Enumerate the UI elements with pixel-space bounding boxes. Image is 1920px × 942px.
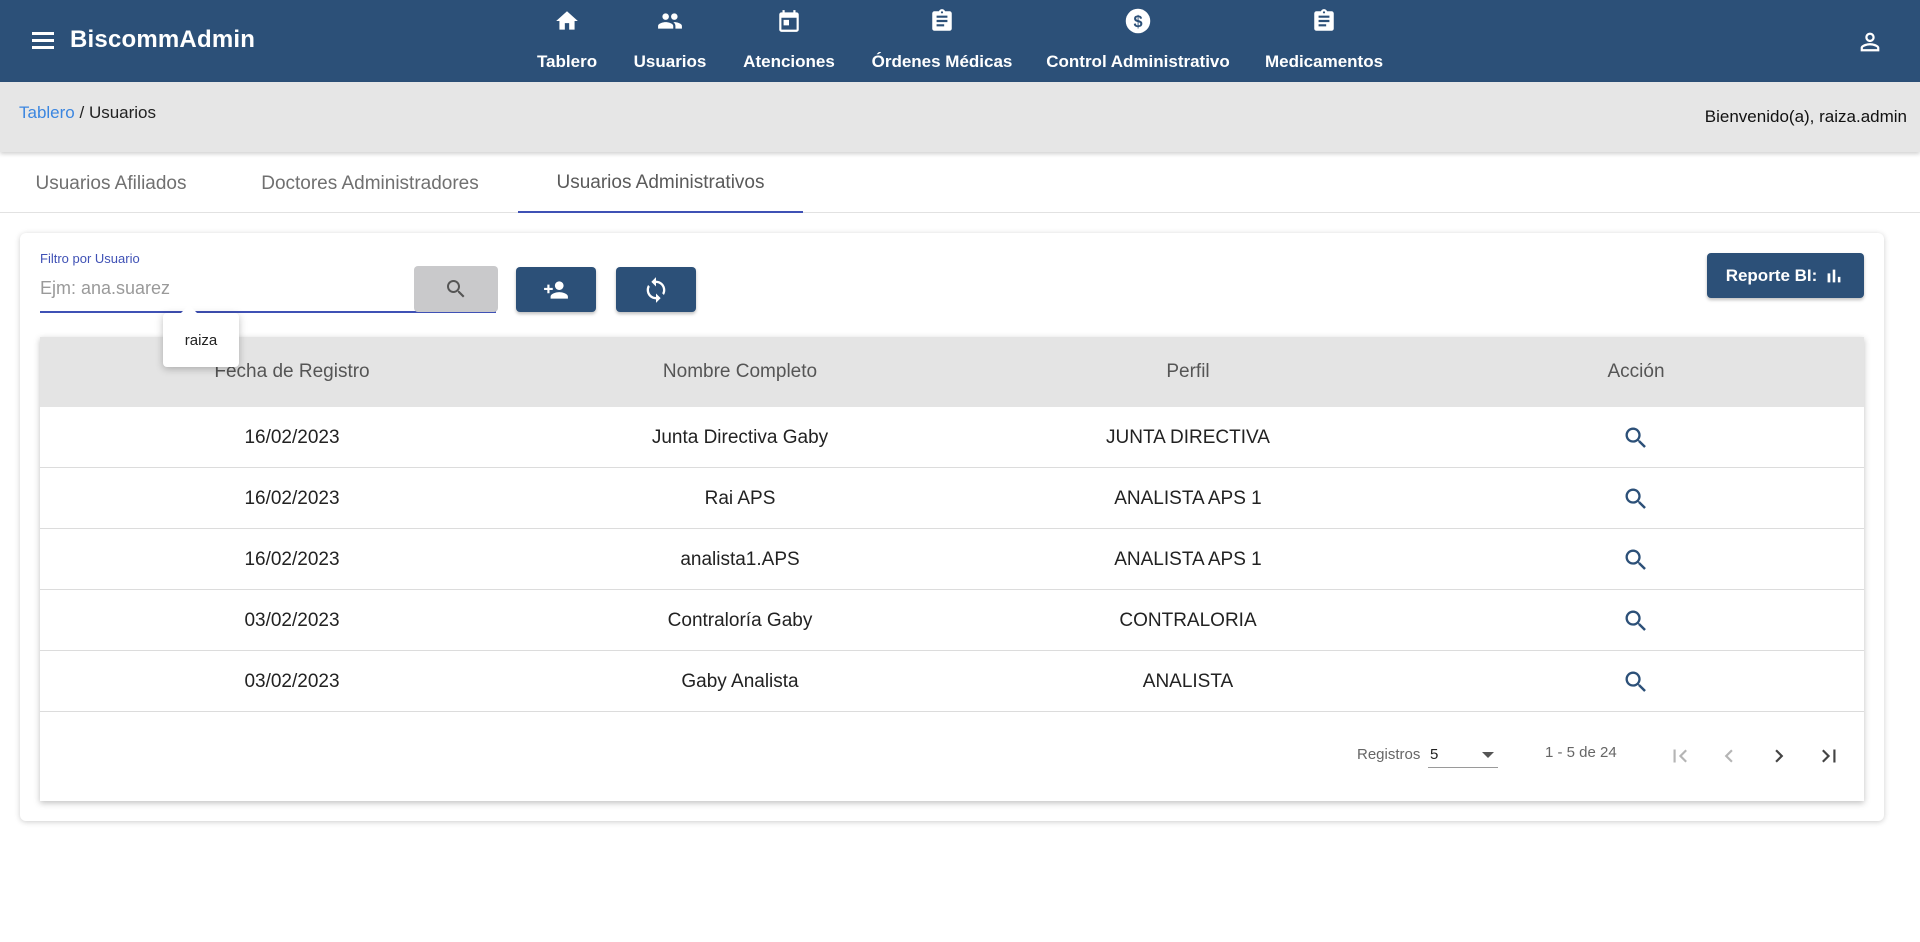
search-button[interactable] (414, 266, 498, 312)
dropdown-arrow-icon (1482, 752, 1494, 758)
filter-suggestion-popup[interactable]: raiza (163, 305, 239, 367)
nav-item-ordenes-medicas[interactable]: Órdenes Médicas (869, 0, 1015, 82)
svg-text:$: $ (1133, 13, 1142, 31)
nav-label: Medicamentos (1264, 52, 1384, 71)
view-details-search-icon[interactable] (1622, 424, 1650, 452)
cell-nombre: Junta Directiva Gaby (651, 426, 829, 448)
nav-item-control-administrativo[interactable]: $ Control Administrativo (1046, 0, 1230, 82)
calendar-icon (774, 6, 804, 36)
report-bi-label: Reporte BI: (1725, 265, 1818, 285)
cell-nombre: analista1.APS (680, 548, 800, 570)
view-details-search-icon[interactable] (1622, 607, 1650, 635)
account-icon[interactable] (1856, 28, 1884, 56)
breadcrumb-bar: Tablero / Usuarios Bienvenido(a), raiza.… (0, 82, 1920, 152)
cell-fecha: 16/02/2023 (244, 426, 340, 448)
tab-usuarios-administrativos[interactable]: Usuarios Administrativos (518, 154, 803, 213)
breadcrumb-link-tablero[interactable]: Tablero (19, 103, 75, 122)
page-size-select[interactable]: 5 (1428, 744, 1498, 768)
chevron-left-icon (1716, 743, 1742, 769)
cell-fecha: 03/02/2023 (244, 670, 340, 692)
nav-item-usuarios[interactable]: Usuarios (630, 0, 710, 82)
search-icon (444, 277, 468, 301)
table-row: 03/02/2023 Gaby Analista ANALISTA (40, 651, 1864, 712)
cell-perfil: ANALISTA APS 1 (1114, 487, 1262, 509)
cell-perfil: ANALISTA APS 1 (1114, 548, 1262, 570)
cell-perfil: JUNTA DIRECTIVA (1106, 426, 1270, 448)
paginator: Registros 5 1 - 5 de 24 (40, 708, 1864, 801)
page-size-value: 5 (1430, 746, 1439, 763)
last-page-icon (1816, 743, 1842, 769)
app-brand[interactable]: BiscommAdmin (70, 26, 255, 54)
clipboard-icon (927, 6, 957, 36)
cell-nombre: Gaby Analista (681, 670, 799, 692)
cell-perfil: CONTRALORIA (1119, 609, 1257, 631)
people-icon (655, 6, 685, 36)
cell-fecha: 16/02/2023 (244, 487, 340, 509)
last-page-button[interactable] (1815, 742, 1843, 770)
table-header: Fecha de Registro Nombre Completo Perfil… (40, 337, 1864, 407)
nav-label: Tablero (536, 52, 598, 71)
table-row: 03/02/2023 Contraloría Gaby CONTRALORIA (40, 590, 1864, 651)
first-page-button[interactable] (1666, 742, 1694, 770)
hamburger-menu-icon[interactable] (28, 26, 60, 56)
welcome-text: Bienvenido(a), raiza.admin (1704, 107, 1907, 126)
page-size-label: Registros (1357, 746, 1421, 763)
column-header-fecha[interactable]: Fecha de Registro (40, 337, 544, 407)
cell-fecha: 03/02/2023 (244, 609, 340, 631)
top-app-bar: BiscommAdmin Tablero Usuarios Atenciones… (0, 0, 1920, 82)
cell-fecha: 16/02/2023 (244, 548, 340, 570)
page-range-label: 1 - 5 de 24 (1545, 744, 1617, 761)
next-page-button[interactable] (1765, 742, 1793, 770)
view-details-search-icon[interactable] (1622, 546, 1650, 574)
nav-item-tablero[interactable]: Tablero (537, 0, 597, 82)
add-user-button[interactable] (516, 267, 596, 312)
cell-nombre: Rai APS (704, 487, 776, 509)
suggestion-text: raiza (184, 331, 218, 349)
breadcrumb-separator: / (74, 103, 89, 122)
report-bi-button[interactable]: Reporte BI: (1707, 253, 1864, 298)
column-header-nombre[interactable]: Nombre Completo (488, 337, 992, 407)
column-header-accion: Acción (1607, 361, 1665, 382)
sync-icon (642, 276, 670, 304)
dollar-icon: $ (1123, 6, 1153, 36)
first-page-icon (1667, 743, 1693, 769)
view-details-search-icon[interactable] (1622, 668, 1650, 696)
home-icon (552, 6, 582, 36)
view-details-search-icon[interactable] (1622, 485, 1650, 513)
nav-label: Atenciones (743, 52, 835, 71)
breadcrumb-current: Usuarios (88, 103, 157, 122)
filter-user-input[interactable] (40, 273, 414, 303)
nav-item-atenciones[interactable]: Atenciones (739, 0, 839, 82)
filter-label: Filtro por Usuario (40, 251, 140, 266)
column-header-perfil[interactable]: Perfil (936, 337, 1440, 407)
refresh-button[interactable] (616, 267, 696, 312)
person-add-icon (541, 277, 571, 303)
table-row: 16/02/2023 analista1.APS ANALISTA APS 1 (40, 529, 1864, 590)
nav-label: Usuarios (633, 52, 707, 71)
clipboard-icon (1309, 6, 1339, 36)
tab-bar: Usuarios Afiliados Doctores Administrado… (0, 154, 1920, 213)
breadcrumb: Tablero / Usuarios (19, 103, 156, 123)
previous-page-button[interactable] (1715, 742, 1743, 770)
cell-nombre: Contraloría Gaby (667, 609, 813, 631)
bar-chart-icon (1823, 265, 1845, 287)
nav-item-medicamentos[interactable]: Medicamentos (1264, 0, 1384, 82)
nav-label: Órdenes Médicas (871, 52, 1013, 71)
tab-doctores-administradores[interactable]: Doctores Administradores (222, 154, 518, 213)
users-card: Filtro por Usuario Reporte BI: Fecha de … (20, 233, 1884, 821)
tab-usuarios-afiliados[interactable]: Usuarios Afiliados (0, 154, 222, 213)
users-table: Fecha de Registro Nombre Completo Perfil… (40, 337, 1864, 801)
table-row: 16/02/2023 Junta Directiva Gaby JUNTA DI… (40, 407, 1864, 468)
chevron-right-icon (1766, 743, 1792, 769)
nav-label: Control Administrativo (1046, 52, 1230, 71)
cell-perfil: ANALISTA (1142, 670, 1234, 692)
table-row: 16/02/2023 Rai APS ANALISTA APS 1 (40, 468, 1864, 529)
